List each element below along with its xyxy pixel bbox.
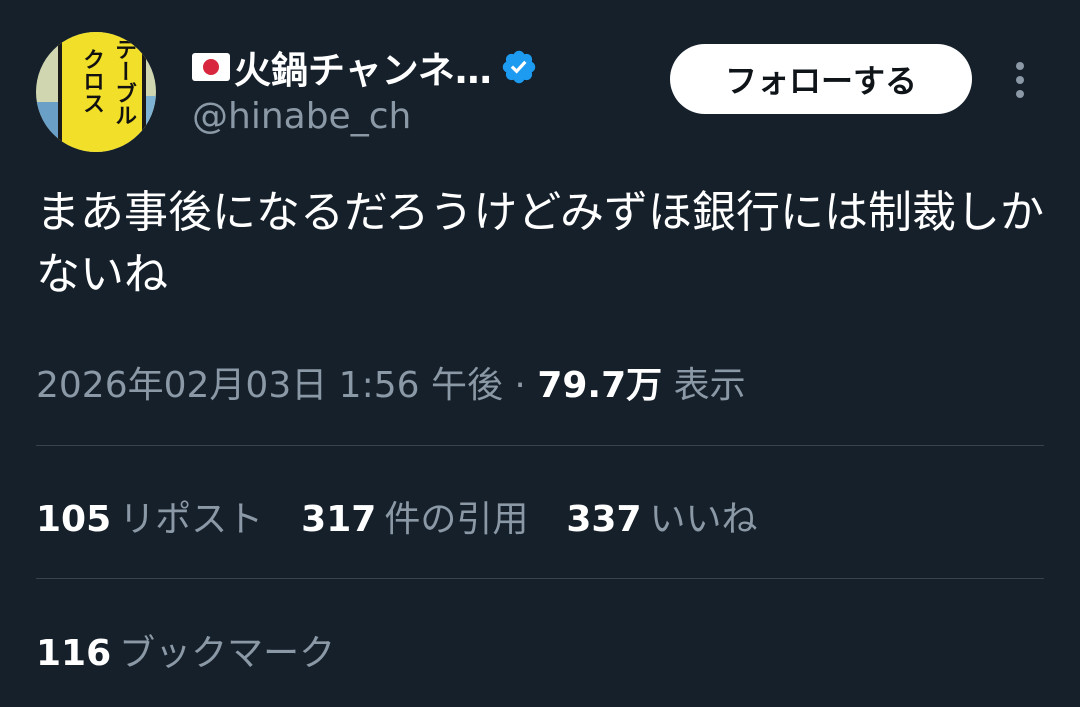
divider — [36, 445, 1044, 446]
engagement-stats: 105 リポスト 317 件の引用 337 いいね — [36, 490, 796, 542]
tweet-meta: 2026年02月03日 1:56 午後 · 79.7万 表示 — [36, 356, 746, 408]
views-label: 表示 — [673, 365, 746, 406]
avatar[interactable]: テーブル クロス — [36, 32, 156, 152]
avatar-sign: テーブル クロス — [58, 32, 146, 152]
verified-badge-icon — [502, 50, 536, 84]
divider — [36, 578, 1044, 579]
reposts-stat[interactable]: 105 リポスト — [36, 490, 263, 542]
author-name-row[interactable]: 火鍋チャンネ… — [192, 44, 538, 92]
avatar-text-col2: クロス — [79, 48, 104, 114]
tweet-timestamp[interactable]: 2026年02月03日 1:56 午後 — [36, 365, 503, 406]
avatar-text-col1: テーブル — [111, 38, 136, 126]
more-options-icon[interactable] — [1008, 58, 1032, 102]
likes-label: いいね — [649, 499, 758, 540]
bookmark-stats: 116 ブックマーク — [36, 624, 373, 676]
bookmarks-stat[interactable]: 116 ブックマーク — [36, 624, 335, 676]
avatar-background — [36, 102, 58, 152]
quotes-count: 317 — [301, 499, 377, 540]
views-count: 79.7万 — [537, 365, 663, 406]
reposts-count: 105 — [36, 499, 112, 540]
author-handle[interactable]: @hinabe_ch — [192, 96, 411, 137]
likes-count: 337 — [566, 499, 642, 540]
quotes-label: 件の引用 — [384, 499, 529, 540]
bookmarks-count: 116 — [36, 633, 112, 674]
tweet-text: まあ事後になるだろうけどみずほ銀行には制裁しかないね — [36, 187, 1045, 300]
japan-flag-icon — [192, 53, 230, 81]
reposts-label: リポスト — [119, 499, 264, 540]
likes-stat[interactable]: 337 いいね — [566, 490, 757, 542]
bookmarks-label: ブックマーク — [119, 633, 336, 674]
display-name[interactable]: 火鍋チャンネ… — [234, 40, 492, 94]
meta-separator: · — [502, 365, 538, 406]
follow-button[interactable]: フォローする — [670, 44, 972, 114]
quotes-stat[interactable]: 317 件の引用 — [301, 490, 528, 542]
